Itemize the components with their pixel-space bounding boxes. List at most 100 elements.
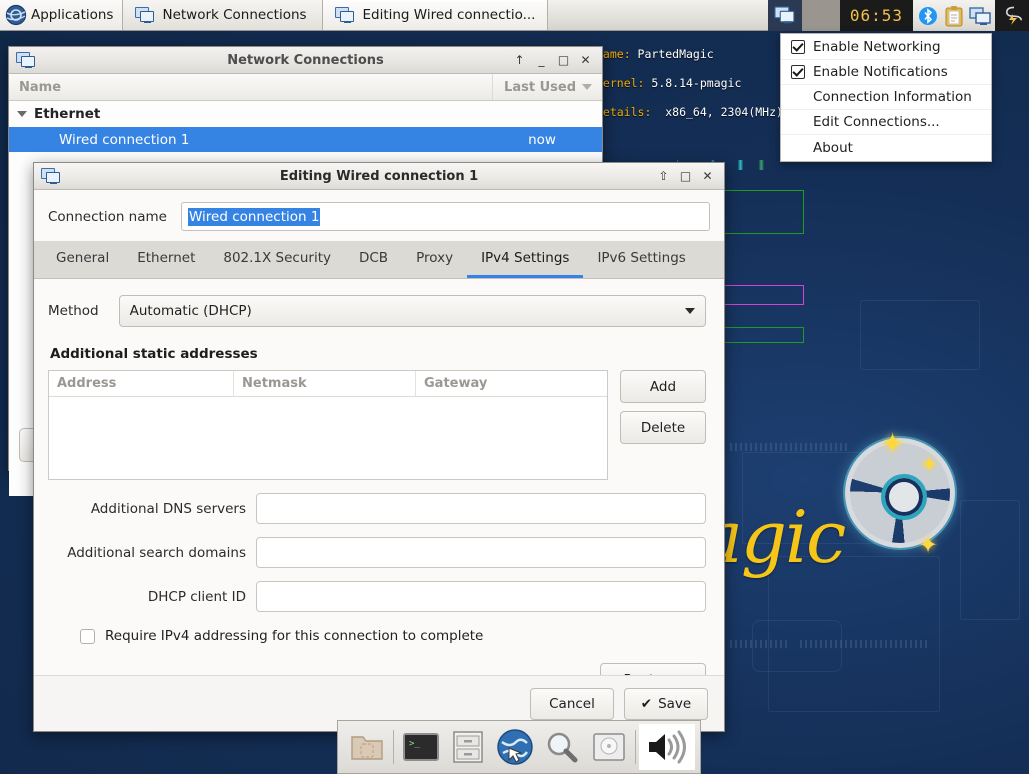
checkbox-checked-icon[interactable] (791, 40, 805, 54)
taskbar-button-editing-connection[interactable]: Editing Wired connectio... (323, 0, 549, 30)
editing-dialog-window-buttons[interactable]: ⇧ □ ✕ (657, 170, 720, 183)
conky-kernel-label: Kernel: (596, 75, 645, 90)
network-connections-titlebar[interactable]: Network Connections ↑ _ □ ✕ (9, 47, 602, 74)
column-header-netmask[interactable]: Netmask (234, 371, 416, 396)
menu-item-enable-networking[interactable]: Enable Networking (781, 35, 991, 60)
display-settings-icon[interactable] (968, 4, 992, 28)
connection-row-wired-1[interactable]: Wired connection 1 now (9, 127, 602, 152)
clock[interactable]: 06:53 (839, 0, 913, 31)
window-monitor-icon (41, 167, 61, 185)
save-button-label: Save (658, 695, 692, 712)
desktop[interactable]: agic ✦ ✦ ✦ Name: PartedMagic Kernel: 5.8… (0, 0, 1029, 774)
method-label: Method (48, 303, 99, 319)
editing-dialog-title: Editing Wired connection 1 (279, 168, 479, 184)
column-header-last-used[interactable]: Last Used (492, 74, 602, 100)
connection-name-value: Wired connection 1 (187, 207, 321, 226)
dhcp-client-id-input[interactable] (256, 581, 706, 612)
menu-item-enable-notifications[interactable]: Enable Notifications (781, 60, 991, 85)
connection-group-ethernet[interactable]: Ethernet (9, 101, 602, 127)
window-monitor-icon (16, 51, 36, 69)
static-addresses-table[interactable]: Address Netmask Gateway (48, 370, 608, 480)
static-addresses-buttons: Add Delete (620, 370, 706, 444)
maximize-button[interactable]: □ (679, 170, 692, 183)
applications-globe-icon (5, 4, 27, 26)
menu-item-connection-information[interactable]: Connection Information (781, 85, 991, 110)
volume-icon[interactable] (639, 724, 695, 770)
menu-item-label: Enable Networking (813, 39, 941, 55)
window-monitor-icon (335, 6, 355, 24)
search-icon[interactable] (538, 724, 585, 770)
minimize-button[interactable]: _ (535, 54, 548, 67)
column-header-address[interactable]: Address (49, 371, 234, 396)
save-button[interactable]: ✔ Save (624, 687, 708, 720)
column-header-name[interactable]: Name (9, 80, 492, 95)
sparkle-icon: ✦ (920, 453, 939, 478)
svg-text:>_: >_ (409, 739, 420, 749)
tab-general[interactable]: General (42, 241, 123, 278)
tab-ipv4-settings[interactable]: IPv4 Settings (467, 241, 584, 278)
column-header-gateway[interactable]: Gateway (416, 371, 607, 396)
close-button[interactable]: ✕ (579, 54, 592, 67)
panel-spacer (548, 0, 767, 30)
tray-blank-area (801, 0, 840, 31)
add-address-button[interactable]: Add (620, 370, 706, 403)
clipboard-icon[interactable] (942, 4, 966, 28)
static-addresses-header: Address Netmask Gateway (49, 371, 607, 397)
tab-proxy[interactable]: Proxy (402, 241, 467, 278)
terminal-icon[interactable]: >_ (397, 724, 444, 770)
conky-name-value: PartedMagic (630, 46, 714, 61)
search-domains-input[interactable] (256, 537, 706, 568)
checkbox-checked-icon[interactable] (791, 65, 805, 79)
close-button[interactable]: ✕ (701, 170, 714, 183)
applications-menu-button[interactable]: Applications (0, 0, 124, 30)
dns-servers-row: Additional DNS servers (48, 493, 706, 524)
tab-8021x-security[interactable]: 802.1X Security (209, 241, 345, 278)
delete-address-button[interactable]: Delete (620, 411, 706, 444)
search-domains-row: Additional search domains (48, 537, 706, 568)
require-ipv4-row[interactable]: Require IPv4 addressing for this connect… (80, 628, 706, 644)
settings-tabs[interactable]: General Ethernet 802.1X Security DCB Pro… (34, 241, 724, 279)
application-dock[interactable]: >_ (337, 720, 701, 774)
search-domains-label: Additional search domains (67, 544, 246, 561)
network-connections-window-buttons[interactable]: ↑ _ □ ✕ (513, 54, 598, 67)
ipv4-settings-panel: Method Automatic (DHCP) Additional stati… (34, 279, 724, 709)
conky-details-label: Details: (596, 104, 652, 119)
file-manager-icon[interactable] (343, 724, 390, 770)
tab-dcb[interactable]: DCB (345, 241, 402, 278)
maximize-button[interactable]: □ (557, 54, 570, 67)
nm-applet-icon[interactable] (767, 0, 802, 31)
tab-ethernet[interactable]: Ethernet (123, 241, 209, 278)
dns-servers-label: Additional DNS servers (90, 500, 246, 517)
conky-kernel-value: 5.8.14-pmagic (644, 75, 742, 90)
chevron-down-icon[interactable] (17, 111, 27, 117)
taskbar-button-label: Editing Wired connectio... (362, 7, 536, 23)
require-ipv4-checkbox[interactable] (80, 628, 95, 644)
disk-icon[interactable] (585, 724, 632, 770)
shade-button[interactable]: ↑ (513, 54, 526, 67)
tray-icon-group[interactable] (913, 0, 995, 31)
network-manager-menu[interactable]: Enable Networking Enable Notifications C… (780, 33, 992, 162)
method-select[interactable]: Automatic (DHCP) (118, 295, 706, 327)
taskbar-button-label: Network Connections (162, 7, 307, 23)
web-browser-icon[interactable] (491, 724, 538, 770)
editing-connection-dialog[interactable]: Editing Wired connection 1 ⇧ □ ✕ Connect… (33, 162, 725, 732)
shade-button[interactable]: ⇧ (657, 170, 670, 183)
check-icon: ✔ (640, 695, 653, 712)
taskbar-button-network-connections[interactable]: Network Connections (123, 0, 324, 30)
system-tray[interactable]: 06:53 (767, 0, 1029, 31)
cabinet-icon[interactable] (444, 724, 491, 770)
connection-name-input[interactable]: Wired connection 1 (180, 202, 710, 231)
menu-item-about[interactable]: About (781, 135, 991, 160)
bluetooth-icon[interactable] (916, 4, 940, 28)
tab-ipv6-settings[interactable]: IPv6 Settings (583, 241, 699, 278)
editing-dialog-titlebar[interactable]: Editing Wired connection 1 ⇧ □ ✕ (34, 163, 724, 190)
power-icon[interactable] (995, 0, 1029, 31)
dock-separator (635, 730, 636, 764)
top-panel[interactable]: Applications Network Connections Editing… (0, 0, 1029, 31)
conky-details-value: x86_64, 2304(MHz) (651, 104, 783, 119)
connection-row-last-used: now (528, 131, 556, 148)
cancel-button[interactable]: Cancel (530, 687, 614, 720)
connection-row-name: Wired connection 1 (59, 131, 190, 148)
menu-item-edit-connections[interactable]: Edit Connections... (781, 110, 991, 135)
dns-servers-input[interactable] (256, 493, 706, 524)
